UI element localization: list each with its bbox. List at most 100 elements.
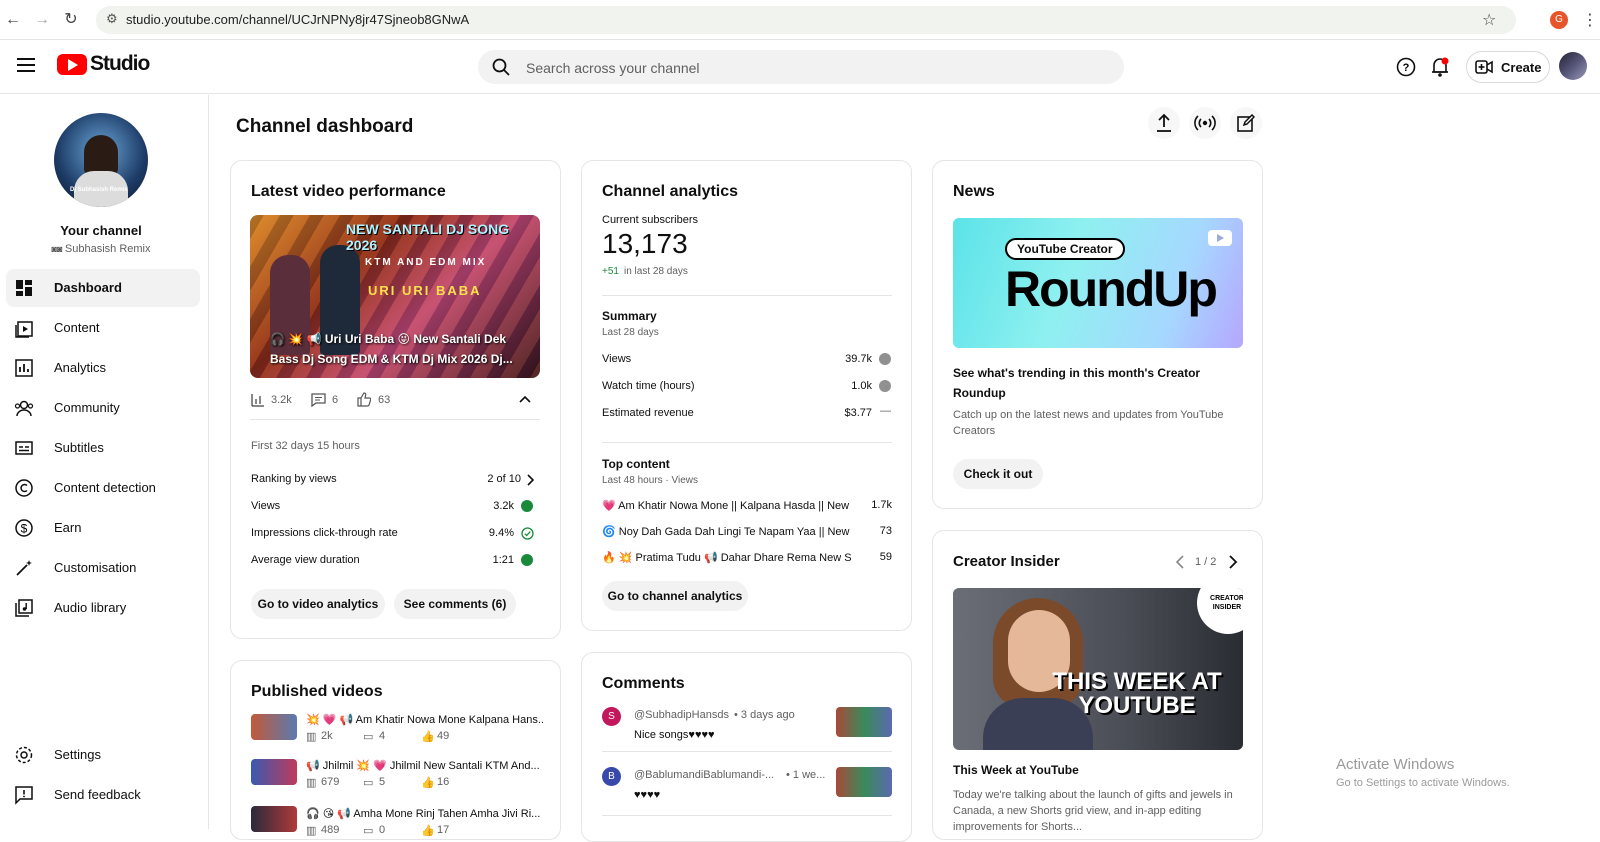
video-thumbnail[interactable]	[836, 707, 892, 737]
search-input[interactable]: Search across your channel	[526, 60, 700, 76]
sidebar-item-settings[interactable]: Settings	[6, 736, 200, 774]
page-title: Channel dashboard	[236, 116, 414, 137]
sidebar-item-label: Content detection	[54, 480, 156, 495]
video-thumbnail[interactable]	[251, 714, 297, 740]
go-to-channel-analytics-button[interactable]: Go to channel analytics	[602, 581, 748, 611]
chevron-right-icon[interactable]	[526, 474, 534, 486]
chevron-right-icon[interactable]	[1228, 555, 1238, 569]
subtitles-icon	[15, 441, 33, 455]
sidebar-item-label: Earn	[54, 520, 82, 535]
insider-video-title[interactable]: This Week at YouTube	[953, 763, 1079, 777]
video-title[interactable]: 💥 💗 📢 Am Khatir Nowa Mone Kalpana Hans..…	[306, 713, 544, 726]
dollar-icon: $	[15, 519, 33, 537]
channel-name: Subhasish Remix	[64, 243, 151, 255]
search-box[interactable]: Search across your channel	[478, 50, 1124, 84]
top-content-title: Top content	[602, 457, 670, 471]
comments-stat: 0	[379, 824, 386, 836]
video-thumbnail[interactable]	[836, 767, 892, 797]
browser-menu-icon[interactable]: ⋮	[1582, 10, 1598, 30]
sidebar-item-label: Customisation	[54, 560, 137, 575]
site-info-icon[interactable]: ⚙	[106, 11, 118, 27]
divider	[602, 815, 892, 816]
dashboard-icon	[16, 280, 32, 296]
sidebar-item-audio-library[interactable]: Audio library	[6, 589, 200, 627]
creator-insider-badge: CREATOR INSIDER	[1197, 588, 1243, 634]
summary-period: Last 28 days	[602, 327, 659, 338]
see-comments-button[interactable]: See comments (6)	[394, 589, 516, 619]
check-it-out-button[interactable]: Check it out	[953, 459, 1043, 489]
sidebar-item-content[interactable]: Content	[6, 309, 200, 347]
avatar-figure	[84, 135, 118, 175]
insider-thumbnail[interactable]: CREATOR INSIDER THIS WEEK AT YOUTUBE	[953, 588, 1243, 750]
comment-author[interactable]: @BablumandiBablumandi-...	[634, 769, 774, 781]
news-headline[interactable]: See what's trending in this month's Crea…	[953, 363, 1233, 403]
studio-logo-text[interactable]: Studio	[90, 52, 150, 76]
video-thumbnail[interactable]	[251, 759, 297, 785]
sidebar-item-earn[interactable]: $ Earn	[6, 509, 200, 547]
search-icon	[492, 58, 510, 76]
commenter-avatar[interactable]: S	[602, 707, 621, 726]
help-icon[interactable]: ?	[1396, 57, 1416, 77]
reload-icon[interactable]: ↻	[62, 11, 80, 29]
sidebar: Dj Subhasish Remix Your channel ◙◙ Subha…	[0, 95, 209, 829]
card-title: Channel analytics	[602, 183, 739, 200]
go-live-button[interactable]	[1189, 107, 1221, 139]
sidebar-item-dashboard[interactable]: Dashboard	[6, 269, 200, 307]
upload-button[interactable]	[1148, 107, 1180, 139]
avd-label: Average view duration	[251, 554, 360, 566]
comment-author[interactable]: @SubhadipHansds	[634, 709, 729, 721]
sidebar-item-analytics[interactable]: Analytics	[6, 349, 200, 387]
sidebar-item-label: Dashboard	[54, 280, 122, 295]
comments-stat: 5	[379, 776, 386, 788]
back-arrow-icon[interactable]: ←	[4, 11, 22, 29]
banner-small-text: YouTube Creator	[1005, 238, 1125, 260]
video-thumbnail[interactable]: NEW SANTALI DJ SONG 2026 KTM AND EDM MIX…	[250, 215, 540, 378]
bookmark-star-icon[interactable]: ☆	[1482, 10, 1496, 30]
badge-text: CREATOR INSIDER	[1210, 595, 1243, 611]
sidebar-item-community[interactable]: Community	[6, 389, 200, 427]
channel-avatar[interactable]: Dj Subhasish Remix	[54, 113, 148, 207]
commenter-avatar[interactable]: B	[602, 767, 621, 786]
news-banner[interactable]: YouTube Creator RoundUp	[953, 218, 1243, 348]
revenue-value: $3.77	[844, 407, 872, 419]
comments-stat: 4	[379, 730, 386, 742]
profile-avatar[interactable]: G	[1550, 11, 1568, 29]
sidebar-item-subtitles[interactable]: Subtitles	[6, 429, 200, 467]
divider	[602, 751, 892, 752]
sidebar-item-send-feedback[interactable]: Send feedback	[6, 776, 200, 814]
comment-icon: ▭	[363, 731, 374, 743]
create-button[interactable]: Create	[1466, 51, 1550, 83]
summary-title: Summary	[602, 309, 657, 323]
sidebar-item-customisation[interactable]: Customisation	[6, 549, 200, 587]
chevron-left-icon[interactable]	[1175, 555, 1185, 569]
thumbnail-subtitle: KTM AND EDM MIX	[365, 257, 487, 268]
latest-video-card: Latest video performance NEW SANTALI DJ …	[230, 160, 561, 639]
gear-icon	[15, 746, 33, 764]
youtube-logo-icon[interactable]	[57, 54, 87, 75]
top-content-title-row[interactable]: 🌀 Noy Dah Gada Dah Lingi Te Napam Yaa ||…	[602, 525, 852, 538]
thumbs-up-icon	[357, 392, 371, 407]
views-stat: 2k	[321, 730, 333, 742]
top-content-title-row[interactable]: 🔥 💥 Pratima Tudu 📢 Dahar Dhare Rema New …	[602, 551, 852, 564]
sidebar-item-content-detection[interactable]: Content detection	[6, 469, 200, 507]
ranking-label: Ranking by views	[251, 473, 337, 485]
create-post-button[interactable]	[1230, 107, 1262, 139]
go-to-video-analytics-button[interactable]: Go to video analytics	[251, 589, 385, 619]
creator-insider-card: Creator Insider 1 / 2 CREATOR INSIDER TH…	[932, 530, 1263, 840]
hamburger-menu-icon[interactable]	[17, 58, 35, 72]
top-content-title-row[interactable]: 💗 Am Khatir Nowa Mone || Kalpana Hasda |…	[602, 499, 852, 512]
video-thumbnail[interactable]	[251, 806, 297, 832]
video-title[interactable]: 📢 Jhilmil 💥 💗 Jhilmil New Santali KTM An…	[306, 759, 544, 772]
copyright-icon	[15, 479, 33, 497]
summary-views-value: 39.7k	[845, 353, 872, 365]
watch-time-value: 1.0k	[851, 380, 872, 392]
likes-stat: 17	[437, 824, 450, 836]
address-bar[interactable]: ⚙ studio.youtube.com/channel/UCJrNPNy8jr…	[96, 6, 1516, 34]
account-avatar[interactable]	[1559, 52, 1587, 80]
chevron-up-icon[interactable]	[519, 395, 531, 403]
forward-arrow-icon[interactable]: →	[33, 11, 51, 29]
comments-card: Comments S @SubhadipHansds • 3 days ago …	[581, 652, 912, 842]
notifications-bell-icon[interactable]	[1430, 56, 1450, 78]
video-title[interactable]: 🎧 😘 📢 Amha Mone Rinj Tahen Amha Jivi Ri.…	[306, 807, 544, 820]
up-arrow-icon	[521, 554, 533, 566]
